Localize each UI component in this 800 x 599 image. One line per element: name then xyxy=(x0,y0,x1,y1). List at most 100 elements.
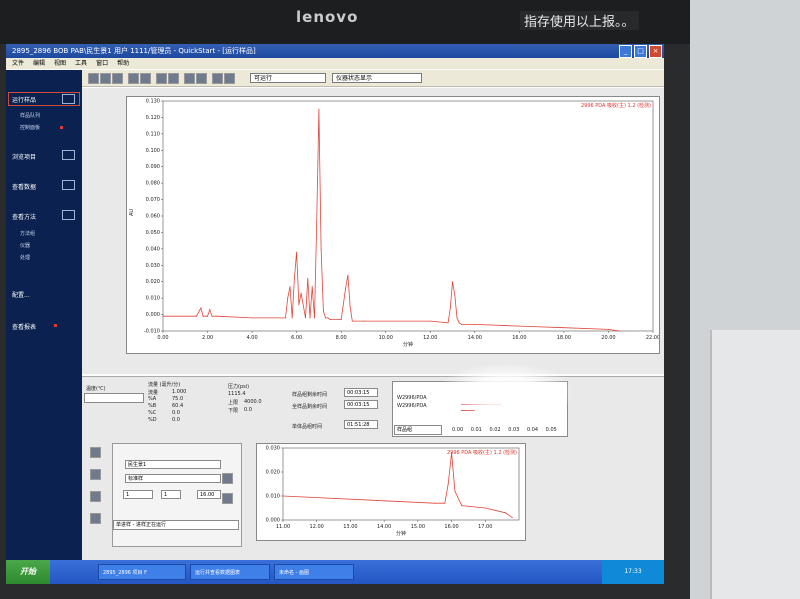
task-paint[interactable]: 未命名 - 画图 xyxy=(274,564,354,580)
tool-icon-10[interactable] xyxy=(212,73,223,84)
stop-icon[interactable] xyxy=(90,491,101,502)
x-tick-label: 12.00 xyxy=(310,524,324,530)
sidebar-sub-processing[interactable]: 处理 xyxy=(20,254,30,261)
sample-name-field[interactable]: 民生景1 xyxy=(125,460,221,469)
data-point xyxy=(329,319,331,320)
x-tick-label: 18.00 xyxy=(557,335,571,341)
data-point xyxy=(511,517,513,519)
menu-tools[interactable]: 工具 xyxy=(75,58,87,69)
start-button[interactable]: 开始 xyxy=(6,560,50,584)
mini-progress-line-2 xyxy=(461,410,475,411)
task-run-view[interactable]: 运行并查看数据图表 xyxy=(190,564,270,580)
sidebar-sub-control-panel[interactable]: 控制面板 xyxy=(20,124,40,131)
data-point xyxy=(619,330,621,332)
x-tick-label: 22.00 xyxy=(646,335,660,341)
task-project[interactable]: 2895_2896 项目 F xyxy=(98,564,186,580)
data-point xyxy=(456,317,458,319)
pressure-low-value: 0.0 xyxy=(244,407,252,413)
sample-method-field[interactable]: 标准样 xyxy=(125,474,221,483)
vial-icon[interactable] xyxy=(90,469,101,480)
data-point xyxy=(363,320,364,322)
data-point xyxy=(383,500,385,502)
timer-value-3: 01:51:28 xyxy=(344,420,378,429)
y-tick-label: 0.050 xyxy=(146,230,160,236)
data-point xyxy=(314,317,315,319)
data-point xyxy=(200,307,202,309)
maximize-button[interactable]: □ xyxy=(634,45,647,58)
close-button[interactable]: × xyxy=(649,45,662,58)
x-tick-label: 11.00 xyxy=(276,524,290,530)
x-tick-label: 2.00 xyxy=(202,335,213,341)
sidebar-item-view-reports[interactable]: 查看报表 xyxy=(12,322,36,331)
mini-axis-labels: 0.00 0.01 0.02 0.03 0.04 0.05 xyxy=(452,427,557,433)
tool-icon-4[interactable] xyxy=(128,73,139,84)
menu-help[interactable]: 帮助 xyxy=(117,58,129,69)
timer-value-1: 00:03:15 xyxy=(344,388,378,397)
chromatogram-pane: 0.00 2.00 4.00 6.00 8.00 10.00 12.00 14.00 16.00… xyxy=(82,88,664,374)
inject-icon[interactable] xyxy=(90,447,101,458)
tray-icon[interactable] xyxy=(222,473,233,484)
total-injections-field[interactable]: 1 xyxy=(161,490,181,499)
x-axis-label: 分钟 xyxy=(403,341,413,348)
screen: 2895_2896 BOB PAB\民生景1 用户 1111/管理员 - Qui… xyxy=(6,44,664,584)
data-point xyxy=(340,319,342,320)
sidebar-sub-instrument[interactable]: 仪器 xyxy=(20,242,30,249)
data-point xyxy=(282,495,284,497)
tool-icon-9[interactable] xyxy=(196,73,207,84)
data-point xyxy=(291,317,293,319)
percent-a-value: 75.0 xyxy=(172,396,184,402)
injection-field[interactable]: 1 xyxy=(123,490,153,499)
main-chromatogram[interactable]: 0.00 2.00 4.00 6.00 8.00 10.00 12.00 14.00 16.00… xyxy=(126,96,660,354)
menu-view[interactable]: 视图 xyxy=(54,58,66,69)
data-point xyxy=(484,507,486,509)
report-icon[interactable] xyxy=(222,493,233,504)
data-point xyxy=(449,307,451,309)
data-point xyxy=(461,323,462,325)
mini-tick-2: 0.02 xyxy=(489,427,501,433)
sidebar-sub-sample-queue[interactable]: 样品队列 xyxy=(20,112,40,119)
tool-icon-8[interactable] xyxy=(184,73,195,84)
sidebar-item-config[interactable]: 配置... xyxy=(12,290,30,299)
chart-legend: 2996 PDA 吸收(主) 1.2 (检测) xyxy=(581,102,651,109)
percent-c-label: %C xyxy=(148,410,157,416)
sidebar-item-run-samples[interactable]: 运行样品 xyxy=(12,95,36,104)
tool-icon-5[interactable] xyxy=(140,73,151,84)
x-tick-label: 16.00 xyxy=(512,335,526,341)
x-tick-label: 20.00 xyxy=(601,335,615,341)
sidebar-item-view-data[interactable]: 查看数据 xyxy=(12,182,36,191)
pressure-high-value: 4000.0 xyxy=(244,399,262,405)
tool-icon-3[interactable] xyxy=(112,73,123,84)
mini-tick-3: 0.03 xyxy=(508,427,520,433)
flow-value: 1.000 xyxy=(172,389,187,395)
menu-edit[interactable]: 编辑 xyxy=(33,58,45,69)
data-point xyxy=(474,323,476,325)
tool-icon-11[interactable] xyxy=(224,73,235,84)
settings-icon[interactable] xyxy=(90,513,101,524)
x-tick-label: 16.00 xyxy=(444,524,458,530)
tool-icon-7[interactable] xyxy=(168,73,179,84)
y-tick-label: 0.100 xyxy=(146,148,160,154)
sample-set-select[interactable]: 样品组 xyxy=(394,425,442,435)
menu-file[interactable]: 文件 xyxy=(12,58,24,69)
sidebar-item-browse-project[interactable]: 浏览项目 xyxy=(12,152,36,161)
tool-icon-1[interactable] xyxy=(88,73,99,84)
sidebar-item-view-methods[interactable]: 查看方法 xyxy=(12,212,36,221)
sidebar: 运行样品 样品队列 控制面板 浏览项目 查看数据 查看方法 方法组 仪器 处理 … xyxy=(6,70,82,560)
tool-icon-6[interactable] xyxy=(156,73,167,84)
y-tick-label: 0.020 xyxy=(146,279,160,285)
plot-frame xyxy=(282,447,520,521)
menu-window[interactable]: 窗口 xyxy=(96,58,108,69)
data-point xyxy=(349,305,351,307)
background-wall xyxy=(690,0,800,599)
instrument-select[interactable]: 仪器状态显示 xyxy=(332,73,422,83)
current-injection-chart[interactable]: 11.00 12.00 13.00 14.00 15.00 16.00 17.00 0.000… xyxy=(256,443,526,541)
data-point xyxy=(293,277,295,279)
percent-d-value: 0.0 xyxy=(172,417,180,423)
run-time-field[interactable]: 16.00 xyxy=(197,490,221,499)
minimize-button[interactable]: _ xyxy=(619,45,632,58)
tool-icon-2[interactable] xyxy=(100,73,111,84)
sidebar-sub-method-set[interactable]: 方法组 xyxy=(20,230,35,237)
run-mode-select[interactable]: 可运行 xyxy=(250,73,326,83)
x-tick-label: 10.00 xyxy=(379,335,393,341)
pressure-label: 压力(psi) xyxy=(228,384,250,390)
